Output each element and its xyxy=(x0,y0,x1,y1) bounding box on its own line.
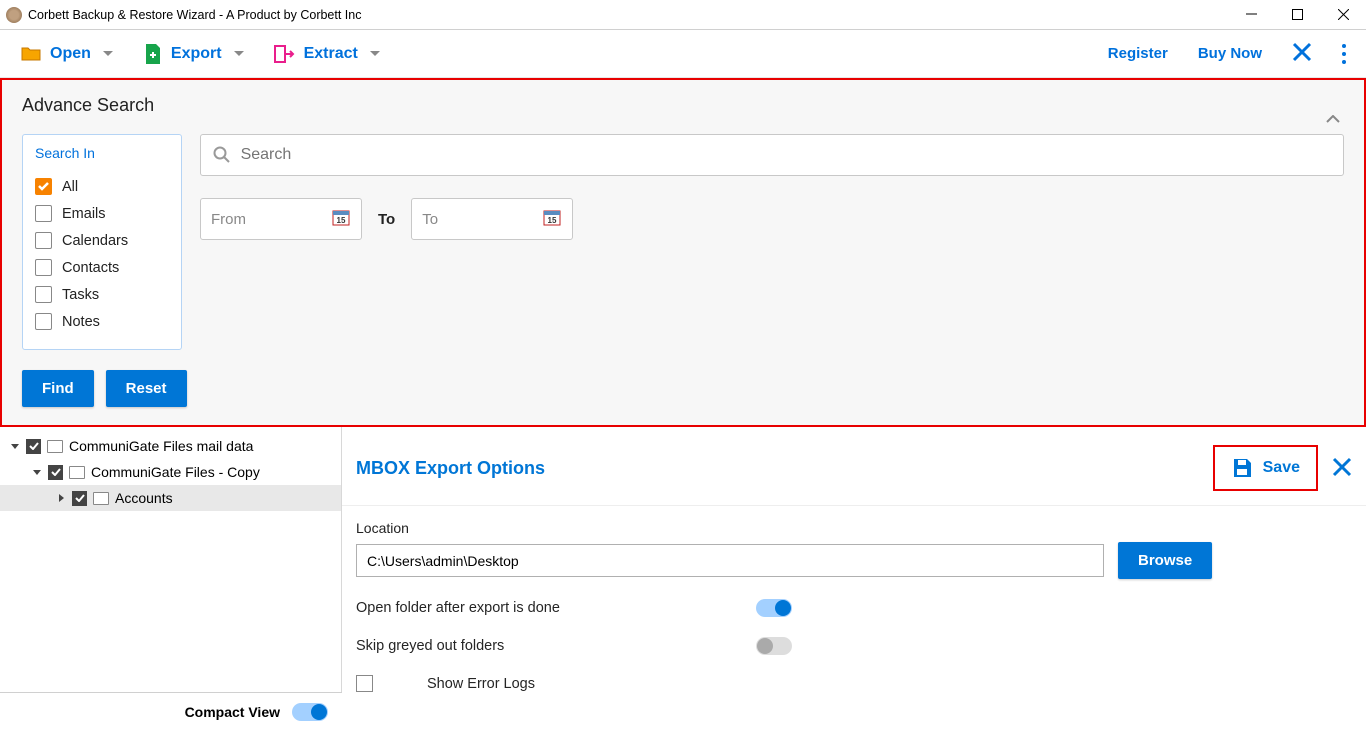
window-title: Corbett Backup & Restore Wizard - A Prod… xyxy=(28,8,361,22)
find-button[interactable]: Find xyxy=(22,370,94,407)
browse-button[interactable]: Browse xyxy=(1118,542,1212,579)
file-export-icon xyxy=(143,43,163,65)
checkbox-icon xyxy=(35,313,52,330)
save-icon xyxy=(1231,457,1253,479)
folder-icon xyxy=(47,440,63,453)
export-options-panel: MBOX Export Options Save Location Browse… xyxy=(342,427,1366,716)
filter-all[interactable]: All xyxy=(35,173,169,200)
panel-close-button[interactable] xyxy=(1332,457,1352,480)
tree-checkbox[interactable] xyxy=(26,439,41,454)
to-label: To xyxy=(378,211,395,228)
date-to-input[interactable]: To 15 xyxy=(411,198,573,240)
show-error-logs-checkbox[interactable] xyxy=(356,675,373,692)
filter-contacts[interactable]: Contacts xyxy=(35,254,169,281)
tree-checkbox[interactable] xyxy=(72,491,87,506)
option-open-folder-toggle[interactable] xyxy=(756,599,792,617)
calendar-icon: 15 xyxy=(542,208,562,230)
checkbox-icon xyxy=(35,232,52,249)
export-options-title: MBOX Export Options xyxy=(356,458,545,479)
save-button[interactable]: Save xyxy=(1213,445,1318,491)
option-open-folder-label: Open folder after export is done xyxy=(356,600,716,616)
register-link[interactable]: Register xyxy=(1108,45,1168,62)
main-toolbar: Open Export Extract Register Buy Now xyxy=(0,30,1366,78)
export-button[interactable]: Export xyxy=(143,43,244,65)
folder-open-icon xyxy=(20,43,42,65)
checkbox-icon xyxy=(35,178,52,195)
filter-calendars[interactable]: Calendars xyxy=(35,227,169,254)
option-skip-greyed-label: Skip greyed out folders xyxy=(356,638,716,654)
location-input[interactable] xyxy=(356,544,1104,577)
svg-text:15: 15 xyxy=(548,216,557,225)
compact-view-label: Compact View xyxy=(185,704,280,720)
buy-now-link[interactable]: Buy Now xyxy=(1198,45,1262,62)
extract-icon xyxy=(274,44,296,64)
checkbox-icon xyxy=(35,286,52,303)
expand-toggle-icon[interactable] xyxy=(32,470,42,475)
expand-toggle-icon[interactable] xyxy=(10,444,20,449)
reset-button[interactable]: Reset xyxy=(106,370,187,407)
maximize-button[interactable] xyxy=(1274,0,1320,30)
location-label: Location xyxy=(356,520,1366,536)
search-input-wrap xyxy=(200,134,1344,176)
tree-node-accounts[interactable]: Accounts xyxy=(0,485,341,511)
advance-search-title: Advance Search xyxy=(22,95,1344,116)
folder-icon xyxy=(69,466,85,479)
collapse-icon[interactable] xyxy=(1326,110,1340,126)
search-input[interactable] xyxy=(241,146,1331,164)
search-icon xyxy=(213,146,231,164)
filter-emails[interactable]: Emails xyxy=(35,200,169,227)
calendar-icon: 15 xyxy=(331,208,351,230)
minimize-button[interactable] xyxy=(1228,0,1274,30)
tree-node-root[interactable]: CommuniGate Files mail data xyxy=(0,433,341,459)
date-from-input[interactable]: From 15 xyxy=(200,198,362,240)
checkbox-icon xyxy=(35,259,52,276)
window-titlebar: Corbett Backup & Restore Wizard - A Prod… xyxy=(0,0,1366,30)
search-in-panel: Search In All Emails Calendars Contacts … xyxy=(22,134,182,350)
caret-down-icon xyxy=(370,51,380,56)
search-in-label: Search In xyxy=(35,145,169,161)
compact-view-bar: Compact View xyxy=(0,692,342,730)
extract-button[interactable]: Extract xyxy=(274,44,380,64)
filter-tasks[interactable]: Tasks xyxy=(35,281,169,308)
tree-checkbox[interactable] xyxy=(48,465,63,480)
caret-down-icon xyxy=(234,51,244,56)
caret-down-icon xyxy=(103,51,113,56)
toolbar-close-button[interactable] xyxy=(1292,42,1312,66)
open-button[interactable]: Open xyxy=(20,43,113,65)
svg-text:15: 15 xyxy=(337,216,346,225)
option-skip-greyed-toggle[interactable] xyxy=(756,637,792,655)
checkbox-icon xyxy=(35,205,52,222)
app-icon xyxy=(6,7,22,23)
option-show-logs-label: Show Error Logs xyxy=(427,676,535,692)
folder-icon xyxy=(93,492,109,505)
tree-node-copy[interactable]: CommuniGate Files - Copy xyxy=(0,459,341,485)
expand-toggle-icon[interactable] xyxy=(56,494,66,502)
filter-notes[interactable]: Notes xyxy=(35,308,169,335)
folder-tree: CommuniGate Files mail data CommuniGate … xyxy=(0,427,342,716)
advance-search-panel: Advance Search Search In All Emails Cale… xyxy=(0,78,1366,427)
close-button[interactable] xyxy=(1320,0,1366,30)
more-menu-button[interactable] xyxy=(1342,44,1346,64)
compact-view-toggle[interactable] xyxy=(292,703,328,721)
